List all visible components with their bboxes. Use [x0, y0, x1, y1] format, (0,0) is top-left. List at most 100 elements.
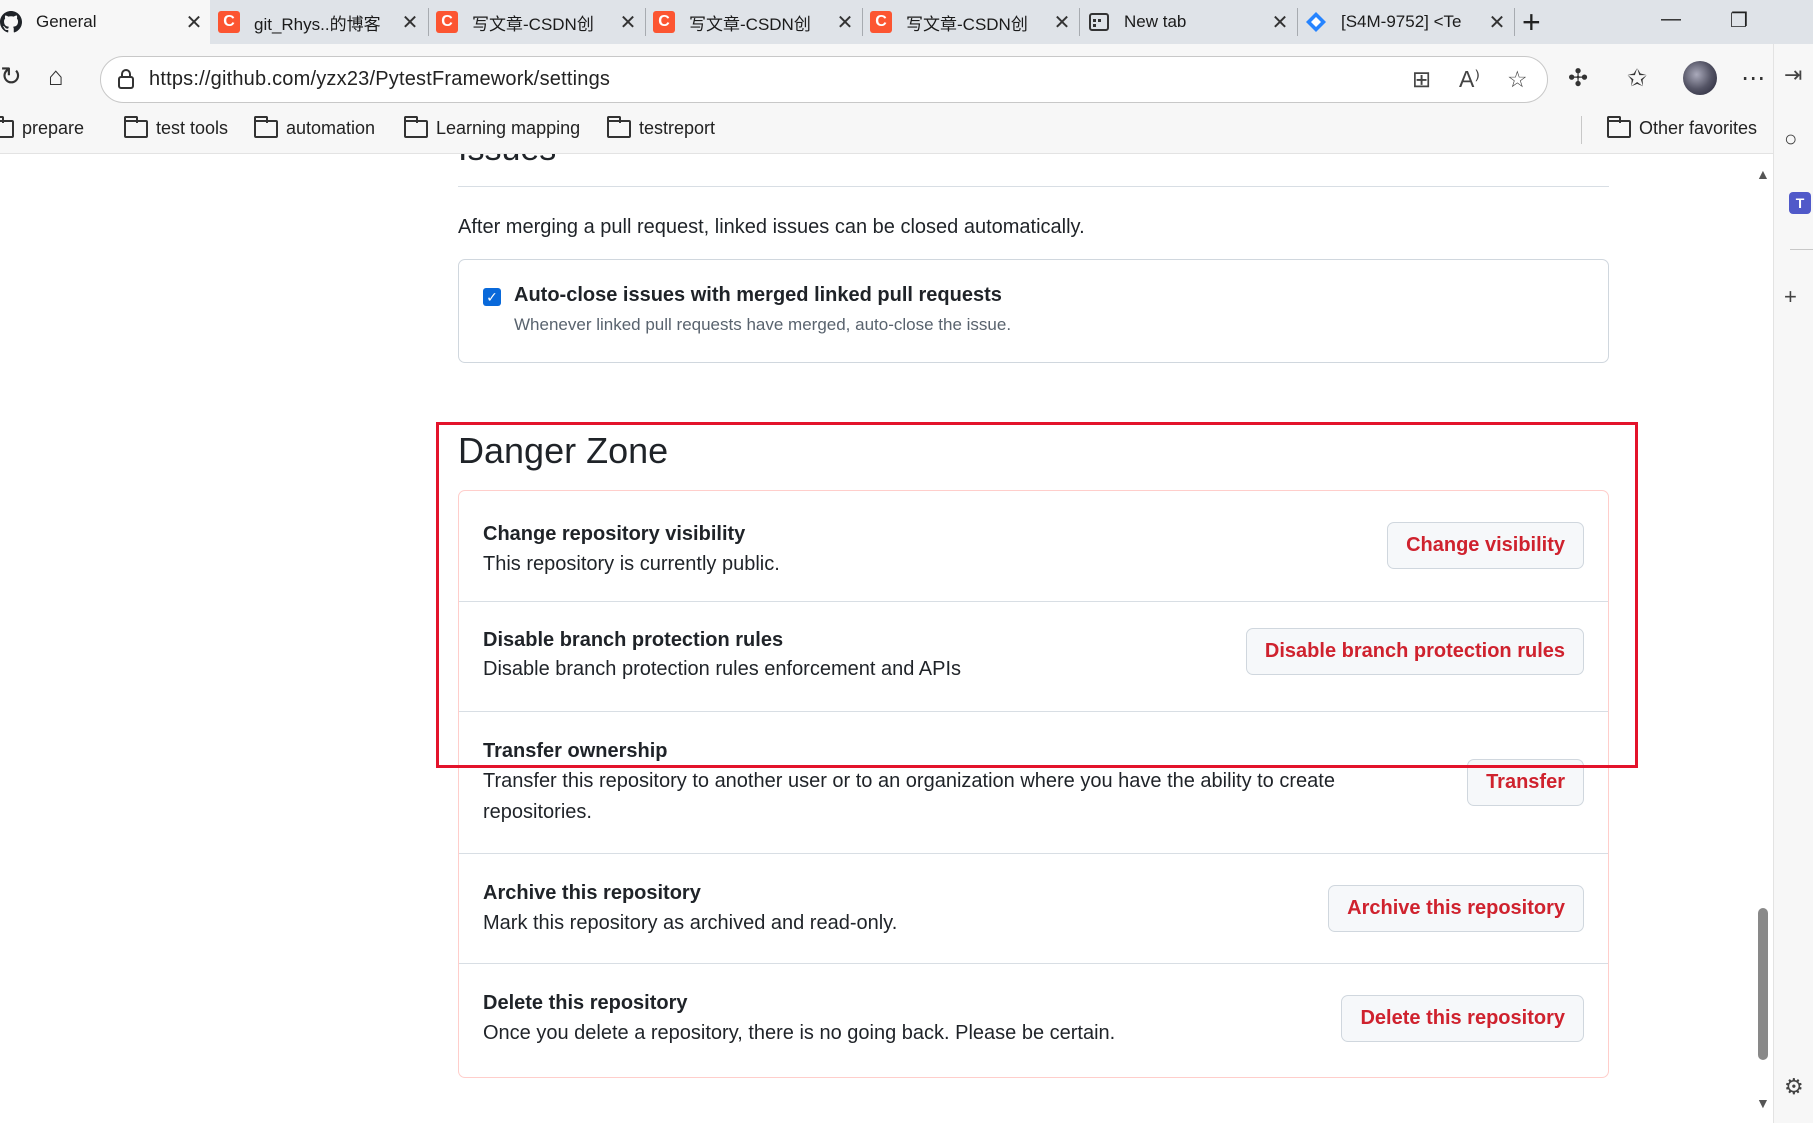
- tab-title: git_Rhys..的博客: [254, 14, 381, 34]
- csdn-icon: C: [870, 11, 892, 33]
- close-tab-icon[interactable]: ✕: [1052, 10, 1072, 35]
- tab-jira[interactable]: [S4M-9752] <Te ✕: [1305, 0, 1513, 44]
- folder-icon: [404, 115, 428, 138]
- favorite-star-icon[interactable]: ☆: [1507, 66, 1528, 93]
- minimize-icon[interactable]: —: [1661, 8, 1681, 31]
- danger-zone-box: Change repository visibility This reposi…: [458, 490, 1609, 1078]
- danger-row-branch-protection: Disable branch protection rules Disable …: [459, 601, 1608, 711]
- danger-zone-title: Danger Zone: [458, 430, 669, 471]
- refresh-icon[interactable]: ↻: [0, 61, 22, 92]
- close-tab-icon[interactable]: ✕: [835, 10, 855, 35]
- auto-close-note: Whenever linked pull requests have merge…: [514, 315, 1012, 334]
- sidebar-divider: [1790, 249, 1813, 250]
- tab-title: New tab: [1124, 12, 1187, 31]
- read-aloud-icon[interactable]: A⁾: [1459, 66, 1480, 93]
- tab-new-tab[interactable]: New tab ✕: [1088, 0, 1296, 44]
- scroll-down-arrow-icon[interactable]: ▼: [1756, 1095, 1770, 1111]
- tab-strip: General ✕ C git_Rhys..的博客 ✕ C 写文章-CSDN创 …: [0, 0, 1813, 44]
- danger-row-desc: This repository is currently public.: [483, 553, 780, 575]
- danger-row-title: Change repository visibility: [483, 523, 746, 545]
- new-tab-plus-icon[interactable]: +: [1522, 4, 1541, 41]
- lock-icon[interactable]: [116, 68, 136, 90]
- jira-icon: [1305, 11, 1327, 33]
- tab-separator: [1514, 8, 1515, 36]
- tab-csdn-blog[interactable]: C git_Rhys..的博客 ✕: [218, 0, 426, 44]
- scroll-up-arrow-icon[interactable]: ▲: [1756, 166, 1770, 182]
- github-icon: [0, 11, 22, 33]
- add-sidebar-app-icon[interactable]: +: [1784, 284, 1797, 310]
- tab-separator: [428, 8, 429, 36]
- bookmark-automation[interactable]: automation: [254, 115, 376, 139]
- page-content: Issues After merging a pull request, lin…: [0, 154, 1773, 1123]
- bookmark-other-favorites[interactable]: Other favorites: [1607, 115, 1758, 139]
- home-icon[interactable]: ⌂: [48, 61, 64, 92]
- danger-row-desc: Mark this repository as archived and rea…: [483, 912, 898, 934]
- close-tab-icon[interactable]: ✕: [1487, 10, 1507, 35]
- extensions-icon[interactable]: ✣: [1568, 64, 1588, 93]
- scrollbar-thumb[interactable]: [1758, 908, 1768, 1060]
- close-tab-icon[interactable]: ✕: [400, 10, 420, 35]
- danger-row-title: Archive this repository: [483, 882, 701, 904]
- danger-row-delete: Delete this repository Once you delete a…: [459, 963, 1608, 1078]
- favorites-icon[interactable]: ✩: [1627, 64, 1647, 93]
- address-bar[interactable]: https://github.com/yzx23/PytestFramework…: [100, 56, 1548, 103]
- tab-title: General: [36, 12, 97, 31]
- tab-csdn-write-3[interactable]: C 写文章-CSDN创 ✕: [870, 0, 1078, 44]
- tab-csdn-write-1[interactable]: C 写文章-CSDN创 ✕: [436, 0, 644, 44]
- teams-icon[interactable]: T: [1789, 192, 1811, 214]
- gear-icon[interactable]: ⚙: [1784, 1074, 1804, 1100]
- restore-window-icon[interactable]: ❐: [1730, 8, 1748, 33]
- bookmark-test-tools[interactable]: test tools: [124, 115, 229, 139]
- folder-icon: [124, 115, 148, 138]
- csdn-icon: C: [653, 11, 675, 33]
- bookmark-testreport[interactable]: testreport: [607, 115, 715, 139]
- disable-branch-protection-button[interactable]: Disable branch protection rules: [1245, 628, 1584, 675]
- bookmark-label: test tools: [156, 118, 229, 138]
- danger-row-title: Delete this repository: [483, 992, 688, 1014]
- csdn-icon: C: [218, 11, 240, 33]
- tab-separator: [1297, 8, 1298, 36]
- bookmark-label: automation: [286, 118, 376, 138]
- danger-row-title: Disable branch protection rules: [483, 629, 784, 651]
- bookmark-separator: [1581, 116, 1582, 144]
- tab-title: [S4M-9752] <Te: [1341, 12, 1462, 31]
- section-divider: [458, 186, 1609, 187]
- bookmarks-bar: prepare test tools automation Learning m…: [0, 106, 1813, 154]
- auto-close-checkbox[interactable]: ✓: [483, 288, 501, 306]
- issues-description: After merging a pull request, linked iss…: [458, 216, 1085, 238]
- bookmark-label: Other favorites: [1639, 118, 1758, 138]
- folder-icon: [0, 115, 14, 138]
- folder-icon: [1607, 115, 1631, 138]
- tab-title: 写文章-CSDN创: [906, 14, 1028, 34]
- more-menu-icon[interactable]: ⋯: [1741, 64, 1765, 93]
- sidebar-pane-icon[interactable]: ⇥: [1784, 62, 1802, 88]
- bookmark-label: prepare: [22, 118, 85, 138]
- delete-repository-button[interactable]: Delete this repository: [1341, 995, 1584, 1042]
- csdn-icon: C: [436, 11, 458, 33]
- danger-row-archive: Archive this repository Mark this reposi…: [459, 853, 1608, 963]
- auto-close-label[interactable]: Auto-close issues with merged linked pul…: [514, 284, 1002, 307]
- tab-general[interactable]: General ✕: [0, 0, 210, 44]
- archive-repository-button[interactable]: Archive this repository: [1328, 885, 1584, 932]
- tab-separator: [1079, 8, 1080, 36]
- folder-icon: [607, 115, 631, 138]
- tab-csdn-write-2[interactable]: C 写文章-CSDN创 ✕: [653, 0, 861, 44]
- search-icon[interactable]: ○: [1784, 126, 1797, 152]
- edge-sidebar: ⇥ ○ T + ⚙: [1773, 44, 1813, 1123]
- tab-separator: [862, 8, 863, 36]
- close-tab-icon[interactable]: ✕: [1270, 10, 1290, 35]
- bookmark-prepare[interactable]: prepare: [0, 115, 85, 139]
- newtab-icon: [1088, 11, 1110, 33]
- danger-row-desc: Disable branch protection rules enforcem…: [483, 658, 962, 680]
- page-scrollbar[interactable]: ▲ ▼: [1751, 154, 1773, 1123]
- transfer-button[interactable]: Transfer: [1467, 759, 1584, 806]
- avatar[interactable]: [1683, 61, 1717, 95]
- url-text[interactable]: https://github.com/yzx23/PytestFramework…: [149, 68, 610, 91]
- change-visibility-button[interactable]: Change visibility: [1387, 522, 1584, 569]
- app-available-icon[interactable]: ⊞: [1412, 66, 1431, 93]
- close-tab-icon[interactable]: ✕: [618, 10, 638, 35]
- bookmark-label: Learning mapping: [436, 118, 581, 138]
- bookmark-learning-mapping[interactable]: Learning mapping: [404, 115, 581, 139]
- close-tab-icon[interactable]: ✕: [184, 10, 204, 35]
- tab-title: 写文章-CSDN创: [689, 14, 811, 34]
